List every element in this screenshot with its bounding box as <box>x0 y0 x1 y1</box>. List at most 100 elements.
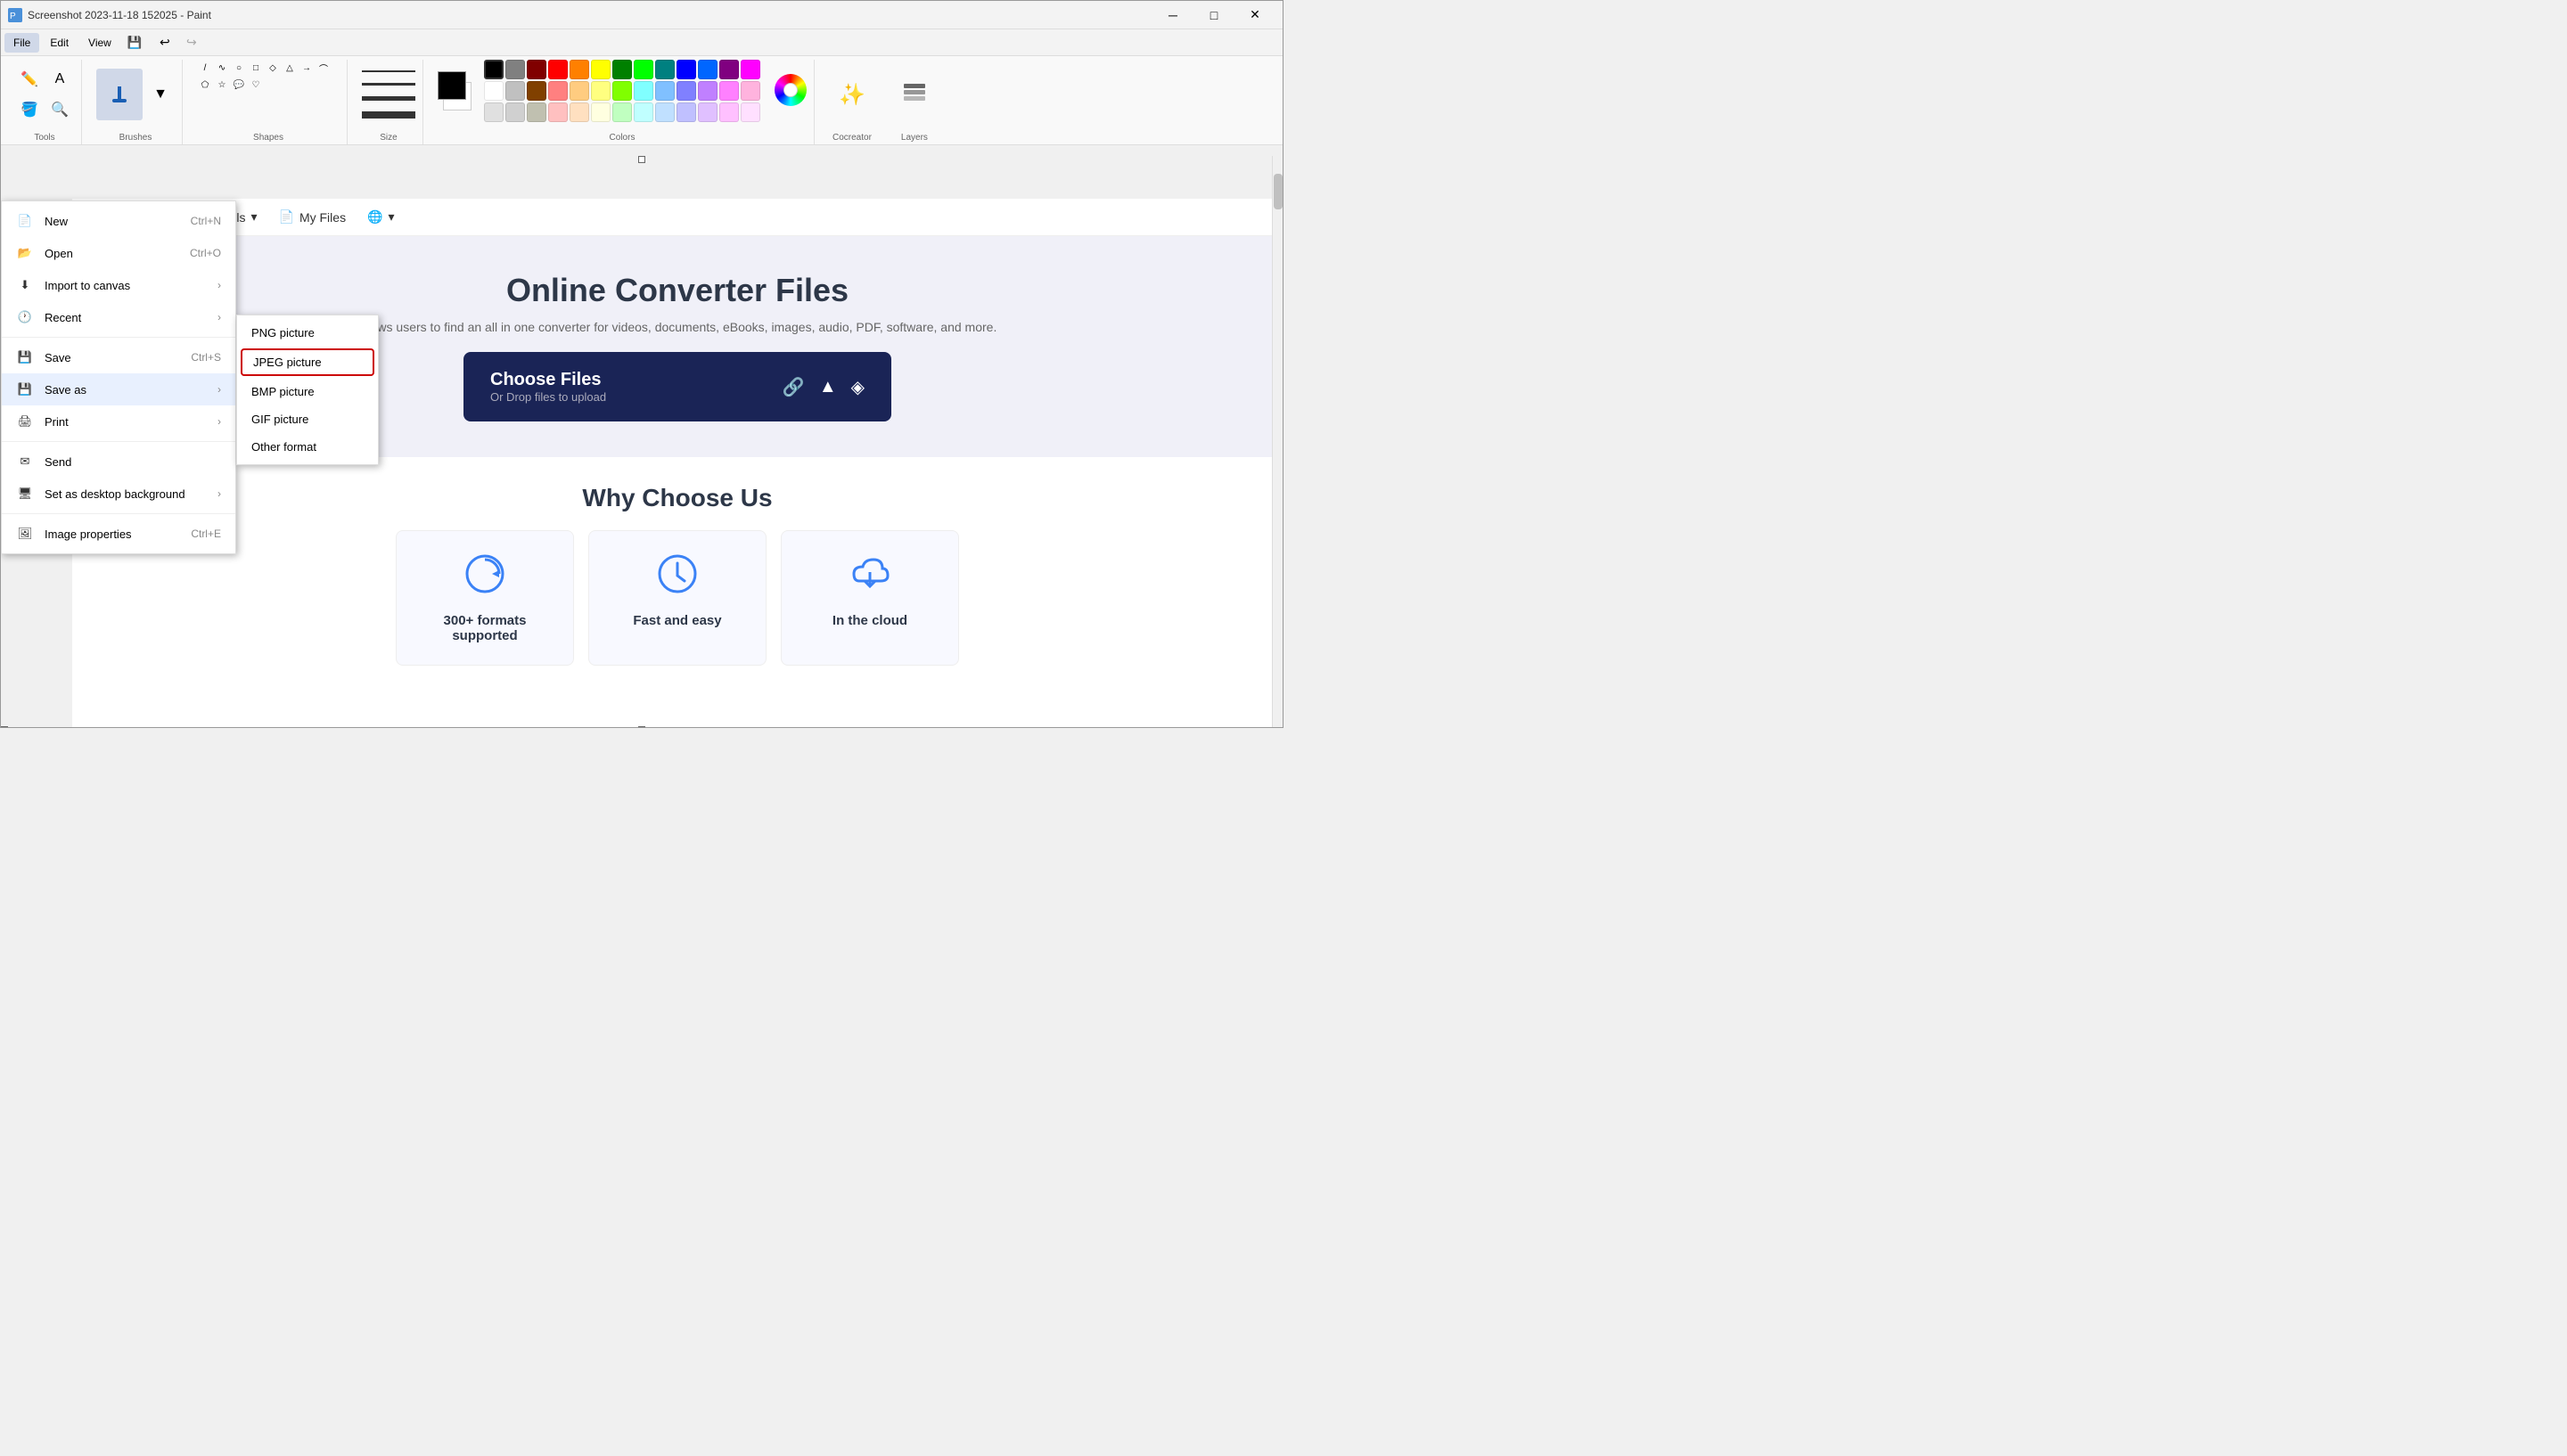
swatch-black[interactable] <box>484 60 504 79</box>
menu-item-desktop[interactable]: 🖥 Set as desktop background › <box>2 478 235 510</box>
swatch-magenta[interactable] <box>741 60 760 79</box>
swatch-blue[interactable] <box>677 60 696 79</box>
swatch-lightyellow[interactable] <box>591 81 611 101</box>
swatch-aqua[interactable] <box>634 81 653 101</box>
swatch-violet[interactable] <box>698 81 718 101</box>
swatch-red[interactable] <box>548 60 568 79</box>
swatch-darkred[interactable] <box>527 60 546 79</box>
menu-item-save[interactable]: 💾 Save Ctrl+S <box>2 341 235 373</box>
layers-icon[interactable] <box>900 78 929 111</box>
nav-myfiles[interactable]: 📄 My Files <box>279 209 347 225</box>
close-button[interactable]: ✕ <box>1234 1 1275 29</box>
size-2[interactable] <box>362 83 415 86</box>
text-tool-button[interactable]: A <box>45 65 74 94</box>
quick-save-button[interactable]: 💾 <box>126 34 144 52</box>
curve-shape[interactable]: ∿ <box>214 60 230 76</box>
swatch-lightpink[interactable] <box>741 81 760 101</box>
saveas-bmp[interactable]: BMP picture <box>237 378 378 405</box>
swatch-lavender[interactable] <box>677 102 696 122</box>
menu-view[interactable]: View <box>79 33 120 53</box>
choose-files-button[interactable]: Choose Files Or Drop files to upload 🔗 ▲… <box>463 352 891 421</box>
swatch-plum[interactable] <box>719 102 739 122</box>
size-3[interactable] <box>362 96 415 101</box>
minimize-button[interactable]: ─ <box>1152 1 1193 29</box>
swatch-bisque[interactable] <box>570 102 589 122</box>
swatch-peach[interactable] <box>570 81 589 101</box>
arrow-shape[interactable]: → <box>299 60 315 76</box>
swatch-gray[interactable] <box>505 60 525 79</box>
menu-file[interactable]: File <box>4 33 39 53</box>
menu-item-print[interactable]: 🖨 Print › <box>2 405 235 438</box>
swatch-tan[interactable] <box>527 102 546 122</box>
other-label: Other format <box>251 440 316 454</box>
foreground-color[interactable] <box>438 71 466 100</box>
zoom-tool-button[interactable]: 🔍 <box>45 95 74 124</box>
swatch-rosepink[interactable] <box>548 102 568 122</box>
size-1[interactable] <box>362 70 415 72</box>
fill-tool-button[interactable]: 🪣 <box>15 95 44 124</box>
menu-item-open[interactable]: 📂 Open Ctrl+O <box>2 237 235 269</box>
swatch-brown[interactable] <box>527 81 546 101</box>
swatch-white[interactable] <box>484 81 504 101</box>
handle-top[interactable] <box>638 156 645 163</box>
size-4[interactable] <box>362 111 415 119</box>
saveas-png[interactable]: PNG picture <box>237 319 378 347</box>
heart-shape[interactable]: ♡ <box>248 77 264 93</box>
pentagon-shape[interactable]: ⬠ <box>197 77 213 93</box>
menu-item-import[interactable]: ⬇ Import to canvas › <box>2 269 235 301</box>
menu-item-properties[interactable]: 🖼 Image properties Ctrl+E <box>2 518 235 550</box>
swatch-silver[interactable] <box>505 81 525 101</box>
menu-edit[interactable]: Edit <box>41 33 78 53</box>
swatch-green[interactable] <box>612 60 632 79</box>
swatch-ivory[interactable] <box>591 102 611 122</box>
swatch-mint[interactable] <box>612 102 632 122</box>
swatch-lightblue[interactable] <box>698 60 718 79</box>
swatch-chartreuse[interactable] <box>612 81 632 101</box>
saveas-gif[interactable]: GIF picture <box>237 405 378 433</box>
pencil-tool-button[interactable]: ✏️ <box>15 65 44 94</box>
circle-shape[interactable]: ○ <box>231 60 247 76</box>
swatch-orchid[interactable] <box>719 81 739 101</box>
line-shape[interactable]: / <box>197 60 213 76</box>
diamond-shape[interactable]: ◇ <box>265 60 281 76</box>
handle-bottomleft[interactable] <box>1 726 8 728</box>
menu-item-new[interactable]: 📄 New Ctrl+N <box>2 205 235 237</box>
star-shape[interactable]: ☆ <box>214 77 230 93</box>
restore-button[interactable]: □ <box>1193 1 1234 29</box>
saveas-other[interactable]: Other format <box>237 433 378 461</box>
swatch-lightsteelblue[interactable] <box>655 102 675 122</box>
swatch-thistle[interactable] <box>698 102 718 122</box>
menu-item-saveas[interactable]: 💾 Save as › <box>2 373 235 405</box>
brush-expand-button[interactable]: ▼ <box>146 80 175 109</box>
swatch-lightcyan[interactable] <box>634 102 653 122</box>
swatch-lavenderblush[interactable] <box>741 102 760 122</box>
swatch-pink[interactable] <box>548 81 568 101</box>
myfiles-icon: 📄 <box>279 209 294 225</box>
swatch-lime[interactable] <box>634 60 653 79</box>
swatch-purple[interactable] <box>719 60 739 79</box>
color-wheel[interactable] <box>775 74 807 106</box>
png-label: PNG picture <box>251 326 315 339</box>
layers-label: Layers <box>901 129 928 144</box>
link-icon: 🔗 <box>783 376 805 398</box>
undo-button[interactable]: ↩ <box>152 32 177 53</box>
brush-button[interactable] <box>96 69 143 120</box>
swatch-periwinkle[interactable] <box>677 81 696 101</box>
menu-item-send[interactable]: ✉ Send <box>2 446 235 478</box>
nav-language[interactable]: 🌐 ▾ <box>367 209 394 225</box>
bubble-shape[interactable]: 💬 <box>231 77 247 93</box>
swatch-yellow[interactable] <box>591 60 611 79</box>
menu-item-recent[interactable]: 🕐 Recent › <box>2 301 235 333</box>
bmp-label: BMP picture <box>251 385 315 398</box>
swatch-teal[interactable] <box>655 60 675 79</box>
swatch-orange[interactable] <box>570 60 589 79</box>
zigzag-shape[interactable]: ⌒ <box>316 60 332 76</box>
swatch-lightgray2[interactable] <box>505 102 525 122</box>
saveas-jpeg[interactable]: JPEG picture <box>241 348 374 376</box>
swatch-skyblue[interactable] <box>655 81 675 101</box>
swatch-lightgray1[interactable] <box>484 102 504 122</box>
fast-icon <box>611 552 744 602</box>
redo-button[interactable]: ↪ <box>179 32 204 53</box>
rect-shape[interactable]: □ <box>248 60 264 76</box>
triangle-shape[interactable]: △ <box>282 60 298 76</box>
